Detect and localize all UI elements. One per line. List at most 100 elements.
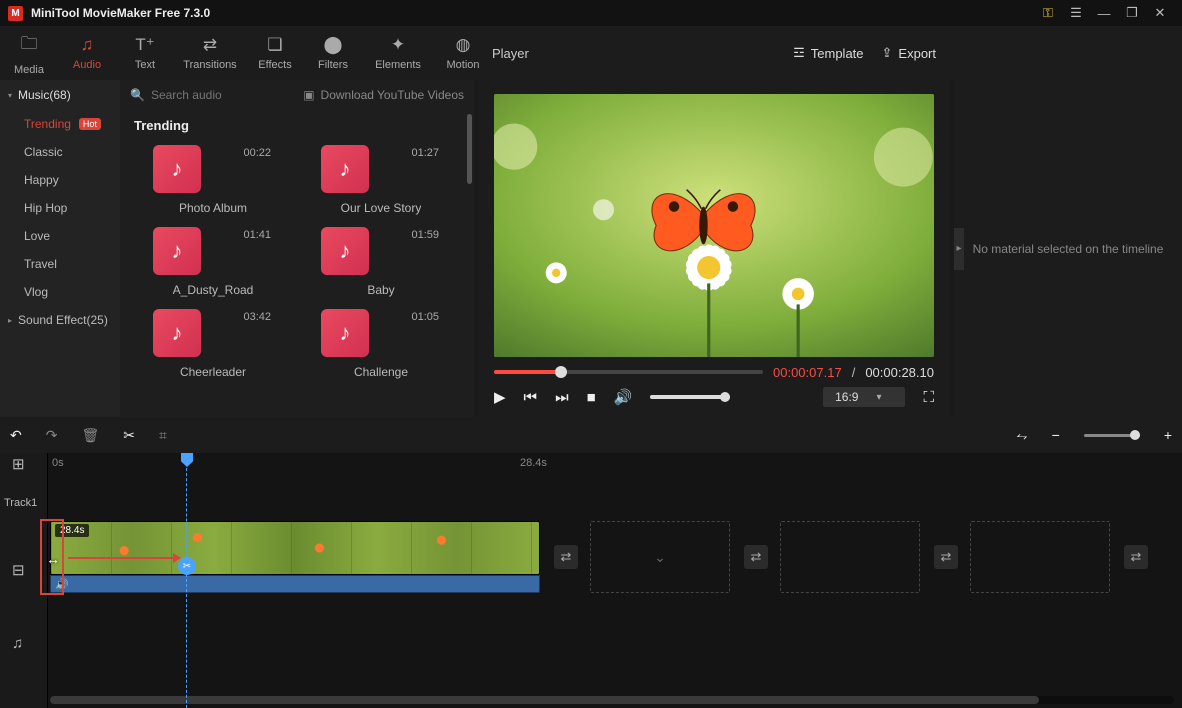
sidebar-item-classic[interactable]: Classic	[0, 138, 120, 166]
folder-icon: 🗀	[21, 31, 38, 60]
tab-media-label: Media	[14, 64, 44, 76]
redo-button[interactable]: ↷	[46, 427, 58, 444]
transition-slot[interactable]: ⇄	[744, 545, 768, 569]
fullscreen-button[interactable]: ⛶	[923, 389, 934, 406]
clip-audio-lane[interactable]: 🔊	[50, 575, 540, 593]
stop-button[interactable]: ■	[587, 389, 596, 406]
sidebar-item-trending[interactable]: TrendingHot	[0, 110, 120, 138]
fit-timeline-button[interactable]: ⥊	[1016, 427, 1027, 444]
volume-knob[interactable]	[720, 392, 730, 402]
sidebar-item-love[interactable]: Love	[0, 222, 120, 250]
total-time: 00:00:28.10	[865, 365, 934, 380]
search-input[interactable]	[151, 88, 251, 102]
video-preview[interactable]	[494, 94, 934, 357]
ruler-tick: 28.4s	[520, 457, 547, 469]
audio-track-row[interactable]	[0, 595, 1182, 653]
sidebar-item-happy[interactable]: Happy	[0, 166, 120, 194]
tab-audio[interactable]: ♫Audio	[58, 35, 116, 71]
inspector-collapse-handle[interactable]: ▸	[954, 228, 964, 270]
transitions-icon: ⇄	[203, 35, 217, 55]
seek-bar[interactable]	[494, 370, 763, 374]
volume-slider[interactable]	[650, 395, 730, 399]
undo-button[interactable]: ↶	[10, 427, 22, 444]
prev-frame-button[interactable]: ⏮	[524, 389, 538, 406]
playhead-split-button[interactable]: ✂	[178, 557, 196, 575]
sidebar-item-travel[interactable]: Travel	[0, 250, 120, 278]
empty-clip-slot[interactable]	[780, 521, 920, 593]
volume-icon[interactable]: 🔊	[614, 388, 633, 406]
tab-filters[interactable]: ⬤Filters	[304, 35, 362, 71]
text-icon: T⁺	[135, 35, 154, 55]
audio-thumb-item[interactable]: 01:41♪ A_Dusty_Road	[132, 223, 294, 305]
delete-button[interactable]: 🗑	[81, 427, 99, 444]
sidebar-item-vlog[interactable]: Vlog	[0, 278, 120, 306]
tab-effects[interactable]: ❏Effects	[246, 35, 304, 71]
search-icon: 🔍	[130, 88, 145, 102]
export-button[interactable]: ⇪Export	[882, 45, 936, 61]
clip-filmstrip	[51, 522, 539, 574]
maximize-button[interactable]: ❐	[1118, 0, 1146, 26]
close-button[interactable]: ✕	[1146, 0, 1174, 26]
audio-thumb-item[interactable]: 01:59♪ Baby	[300, 223, 462, 305]
playhead[interactable]: ✂	[186, 453, 187, 708]
inspector-panel: ▸ No material selected on the timeline	[954, 80, 1182, 417]
transition-slot[interactable]: ⇄	[1124, 545, 1148, 569]
template-button[interactable]: ☲Template	[793, 45, 863, 61]
empty-clip-slot[interactable]	[970, 521, 1110, 593]
audio-duration: 01:27	[411, 147, 439, 159]
timeline-scrollbar[interactable]	[50, 696, 1174, 704]
time-separator: /	[852, 365, 856, 380]
progress-row: 00:00:07.17 / 00:00:28.10	[478, 363, 950, 381]
sidebar-group-music[interactable]: ▾Music(68)	[0, 80, 120, 110]
audio-thumb-item[interactable]: 03:42♪ Cheerleader	[132, 305, 294, 387]
tab-text-label: Text	[135, 59, 155, 71]
title-bar: M MiniTool MovieMaker Free 7.3.0 ⚿ ☰ — ❐…	[0, 0, 1182, 26]
audio-title: Photo Album	[179, 201, 247, 215]
aspect-ratio-select[interactable]: 16:9	[823, 387, 905, 407]
zoom-out-button[interactable]: −	[1052, 427, 1060, 443]
trim-handle-icon[interactable]: ↔	[46, 551, 60, 567]
seek-knob[interactable]	[555, 366, 567, 378]
library-scrollbar[interactable]	[467, 114, 472, 184]
sidebar-group-soundeffect[interactable]: ▸Sound Effect(25)	[0, 306, 120, 334]
audio-thumb-item[interactable]: 01:05♪ Challenge	[300, 305, 462, 387]
transition-slot[interactable]: ⇄	[554, 545, 578, 569]
audio-title: Baby	[367, 283, 394, 297]
menu-icon[interactable]: ☰	[1062, 0, 1090, 26]
audio-title: Challenge	[354, 365, 408, 379]
video-track[interactable]: 28.4s 🔊 ↔ ⇄ ⌄ ⇄ ⇄ ⇄	[0, 519, 1182, 595]
add-track-button[interactable]: ⊞	[12, 455, 25, 473]
tab-audio-label: Audio	[73, 59, 101, 71]
upgrade-key-icon[interactable]: ⚿	[1034, 0, 1062, 26]
player-panel: Player ☲Template ⇪Export	[478, 80, 950, 417]
tab-media[interactable]: 🗀 Media	[0, 31, 58, 76]
transition-slot[interactable]: ⇄	[934, 545, 958, 569]
audio-note-icon: ♪	[321, 227, 369, 275]
minimize-button[interactable]: —	[1090, 0, 1118, 26]
empty-clip-slot[interactable]: ⌄	[590, 521, 730, 593]
audio-thumb-item[interactable]: 01:27♪ Our Love Story	[300, 141, 462, 223]
play-button[interactable]: ▶	[494, 388, 506, 406]
player-header: Player ☲Template ⇪Export	[478, 26, 950, 80]
library-main: 🔍 ▣ Download YouTube Videos Trending 00:…	[120, 80, 474, 417]
zoom-knob[interactable]	[1130, 430, 1140, 440]
next-frame-button[interactable]: ⏭	[555, 389, 569, 406]
timeline-ruler[interactable]: 0s 28.4s	[0, 453, 1182, 475]
audio-thumb-item[interactable]: 00:22♪ Photo Album	[132, 141, 294, 223]
tab-transitions-label: Transitions	[183, 59, 236, 71]
crop-button[interactable]: ⌗	[159, 427, 167, 444]
annotation-arrow	[68, 557, 178, 559]
download-youtube-link[interactable]: ▣ Download YouTube Videos	[303, 88, 464, 102]
split-button[interactable]: ✂	[123, 427, 135, 444]
app-title: MiniTool MovieMaker Free 7.3.0	[31, 6, 210, 20]
tab-transitions[interactable]: ⇄ Transitions	[174, 35, 246, 71]
library-toolbar: 🔍 ▣ Download YouTube Videos	[120, 80, 474, 110]
zoom-slider[interactable]	[1084, 434, 1140, 437]
tab-elements[interactable]: ✦Elements	[362, 35, 434, 71]
timeline-scrollbar-thumb[interactable]	[50, 696, 1039, 704]
zoom-in-button[interactable]: +	[1164, 427, 1172, 443]
audio-thumb-grid: 00:22♪ Photo Album 01:27♪ Our Love Story…	[120, 141, 474, 387]
sidebar-item-hiphop[interactable]: Hip Hop	[0, 194, 120, 222]
tab-text[interactable]: T⁺ Text	[116, 35, 174, 71]
video-clip[interactable]: 28.4s	[50, 521, 540, 575]
